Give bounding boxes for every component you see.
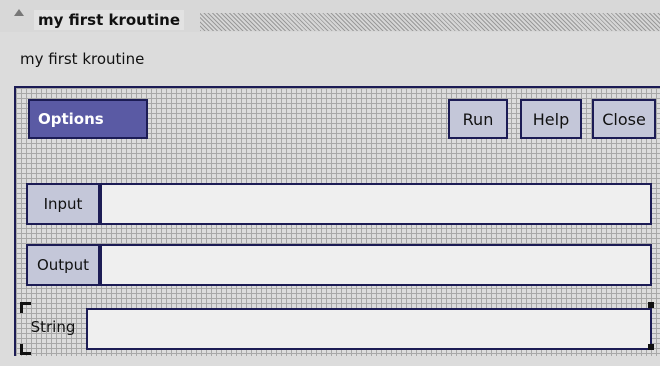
pane-title: my first kroutine [20, 50, 145, 68]
options-button[interactable]: Options [28, 99, 148, 139]
help-button[interactable]: Help [520, 99, 582, 139]
form-panel: Options Run Help Close Input Output Stri… [14, 86, 660, 356]
selection-corner-top-left [20, 302, 31, 313]
string-field[interactable] [86, 308, 652, 350]
title-bar-drag-area[interactable] [200, 13, 660, 31]
close-button[interactable]: Close [592, 99, 656, 139]
window-title: my first kroutine [34, 10, 184, 30]
resize-handle-bottom-right[interactable] [648, 344, 654, 350]
title-bar: my first kroutine [0, 0, 660, 32]
input-button[interactable]: Input [26, 183, 100, 225]
input-field[interactable] [100, 183, 652, 225]
run-button[interactable]: Run [448, 99, 508, 139]
resize-handle-top-right[interactable] [648, 302, 654, 308]
output-button[interactable]: Output [26, 244, 100, 286]
output-field[interactable] [100, 244, 652, 286]
collapse-arrow-icon[interactable] [14, 9, 24, 16]
selection-corner-bottom-left [20, 344, 31, 355]
